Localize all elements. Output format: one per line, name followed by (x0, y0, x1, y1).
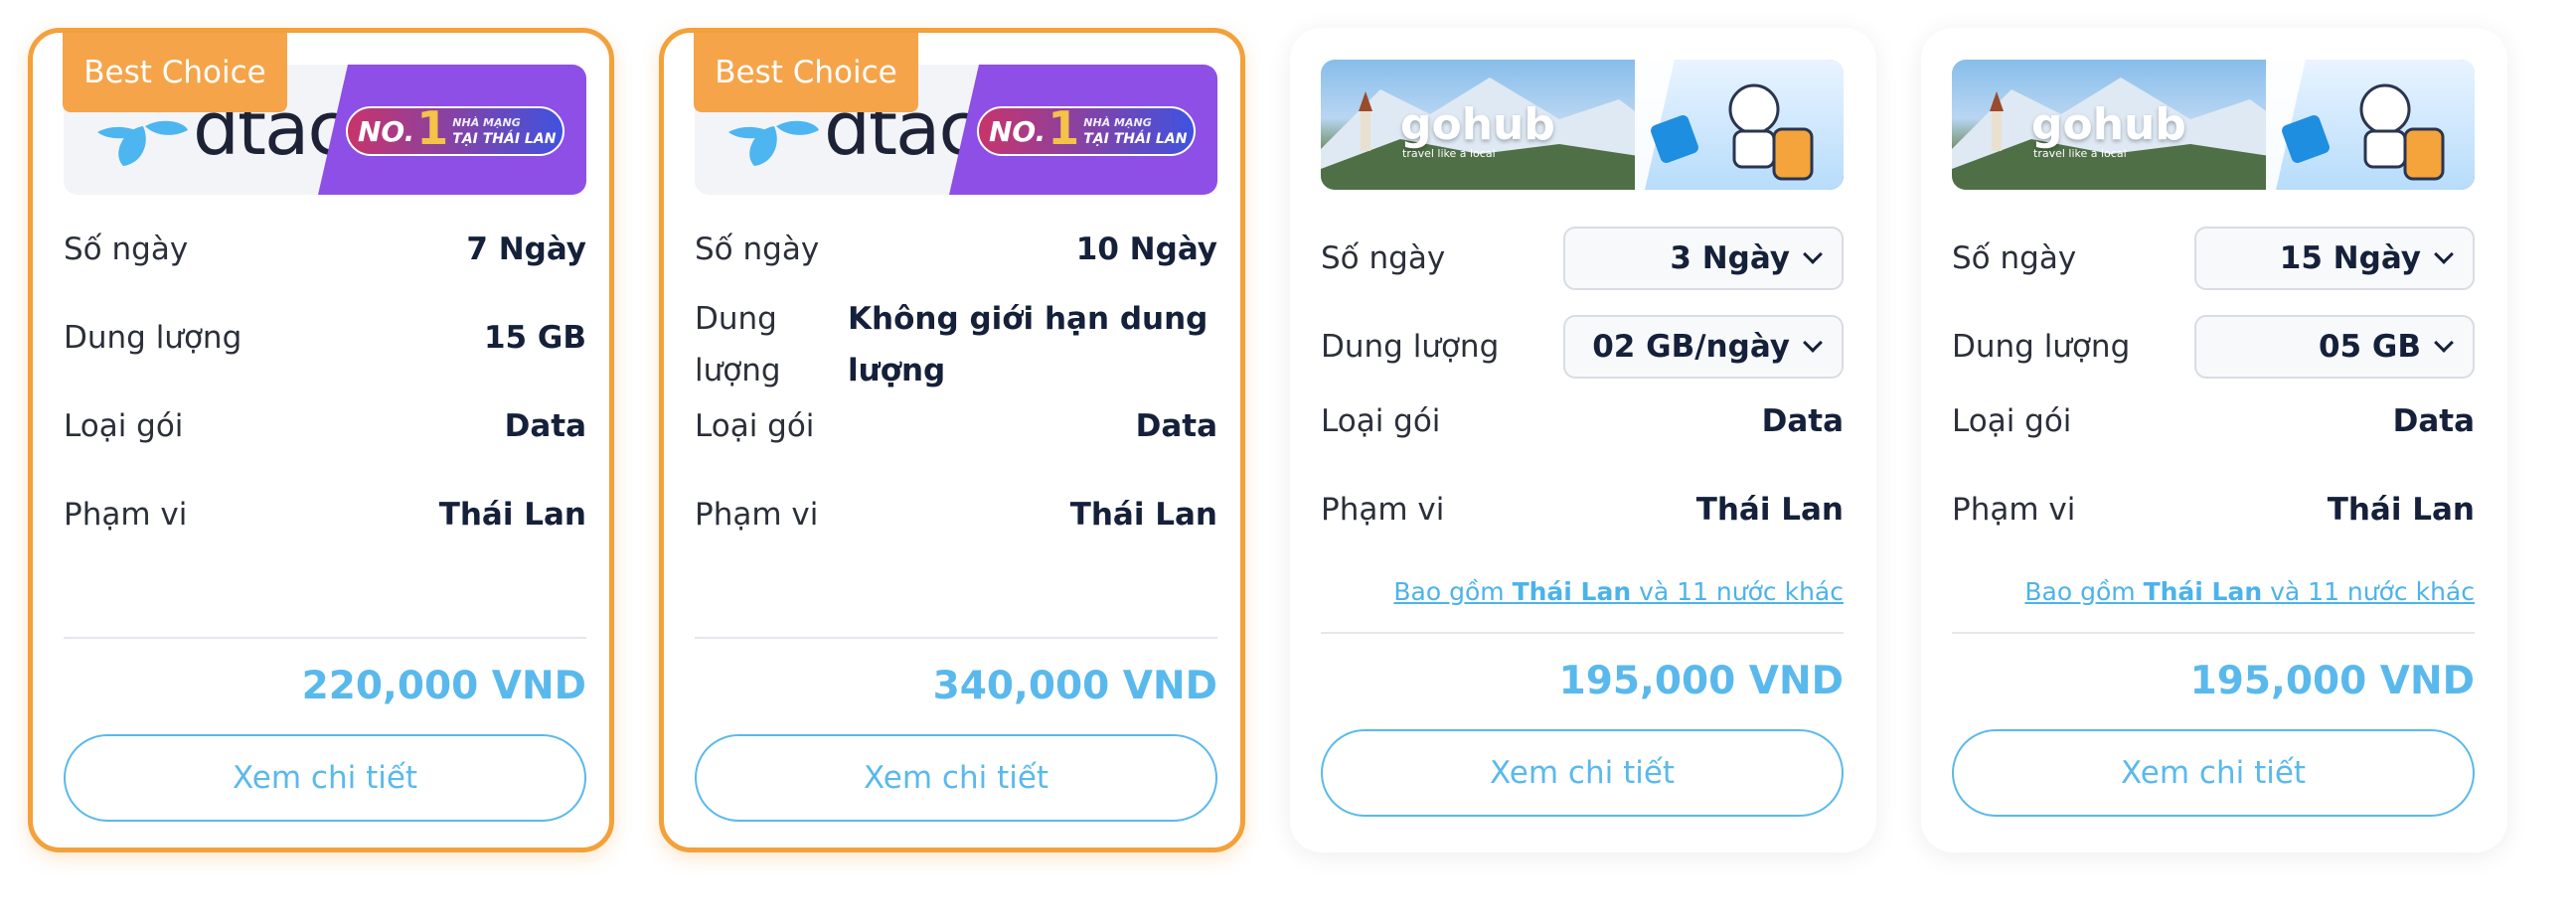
gohub-wordmark: gohub (2031, 99, 2186, 150)
scope-row: Phạm vi Thái Lan (64, 497, 586, 533)
divider (64, 637, 586, 639)
type-row: Loại gói Data (1952, 403, 2475, 439)
no1-ribbon: NO. 1 NHÀ MẠNG TẠI THÁI LAN (346, 101, 564, 156)
chevron-down-icon (2434, 333, 2454, 353)
traveler-mascot-icon (2266, 60, 2445, 190)
coverage-link[interactable]: Bao gồm Thái Lan và 11 nước khác (1952, 577, 2475, 606)
dtac-logo-icon (97, 120, 188, 166)
view-details-button[interactable]: Xem chi tiết (695, 734, 1217, 822)
gohub-wordmark: gohub (1400, 99, 1555, 150)
price: 220,000 VND (301, 664, 586, 708)
dtac-logo-icon (728, 120, 819, 166)
type-row: Loại gói Data (1321, 403, 1844, 439)
plan-card-3: gohub travel like a local Số ngày 3 Ngày… (1290, 28, 1876, 852)
data-row: Dung lượng 02 GB/ngày (1321, 315, 1844, 379)
coverage-link[interactable]: Bao gồm Thái Lan và 11 nước khác (1321, 577, 1844, 606)
best-choice-badge: Best Choice (694, 33, 918, 112)
price: 195,000 VND (2189, 659, 2475, 703)
divider (1952, 632, 2475, 634)
scope-row: Phạm vi Thái Lan (1952, 492, 2475, 528)
scope-row: Phạm vi Thái Lan (1321, 492, 1844, 528)
type-row: Loại gói Data (64, 408, 586, 444)
type-row: Loại gói Data (695, 408, 1217, 444)
days-row: Số ngày 7 Ngày (64, 231, 586, 267)
days-row: Số ngày 3 Ngày (1321, 227, 1844, 290)
price: 195,000 VND (1558, 659, 1844, 703)
data-row: Dung lượng 15 GB (64, 320, 586, 356)
plan-card-4: gohub travel like a local Số ngày 15 Ngà… (1921, 28, 2507, 852)
plan-card-1: Best Choice dtac NO. 1 NHÀ MẠNG TẠI THÁI… (28, 28, 614, 852)
gohub-tagline: travel like a local (2033, 147, 2127, 160)
data-select[interactable]: 05 GB (2194, 315, 2475, 379)
chevron-down-icon (1803, 244, 1823, 264)
divider (695, 637, 1217, 639)
data-row: Dung lượng 05 GB (1952, 315, 2475, 379)
days-select[interactable]: 15 Ngày (2194, 227, 2475, 290)
chevron-down-icon (1803, 333, 1823, 353)
divider (1321, 632, 1844, 634)
data-row: Dung lượng Không giới hạn dung lượng (695, 301, 1208, 388)
view-details-button[interactable]: Xem chi tiết (64, 734, 586, 822)
days-row: Số ngày 15 Ngày (1952, 227, 2475, 290)
best-choice-badge: Best Choice (63, 33, 287, 112)
price: 340,000 VND (932, 664, 1217, 708)
gohub-tagline: travel like a local (1402, 147, 1496, 160)
view-details-button[interactable]: Xem chi tiết (1321, 729, 1844, 817)
gohub-banner: gohub travel like a local (1952, 60, 2475, 190)
gohub-banner: gohub travel like a local (1321, 60, 1844, 190)
no1-ribbon: NO. 1 NHÀ MẠNG TẠI THÁI LAN (977, 101, 1196, 156)
view-details-button[interactable]: Xem chi tiết (1952, 729, 2475, 817)
plan-card-2: Best Choice dtac NO. 1 NHÀ MẠNG TẠI THÁI… (659, 28, 1245, 852)
traveler-mascot-icon (1635, 60, 1814, 190)
chevron-down-icon (2434, 244, 2454, 264)
days-row: Số ngày 10 Ngày (695, 231, 1217, 267)
data-select[interactable]: 02 GB/ngày (1563, 315, 1844, 379)
days-select[interactable]: 3 Ngày (1563, 227, 1844, 290)
scope-row: Phạm vi Thái Lan (695, 497, 1217, 533)
